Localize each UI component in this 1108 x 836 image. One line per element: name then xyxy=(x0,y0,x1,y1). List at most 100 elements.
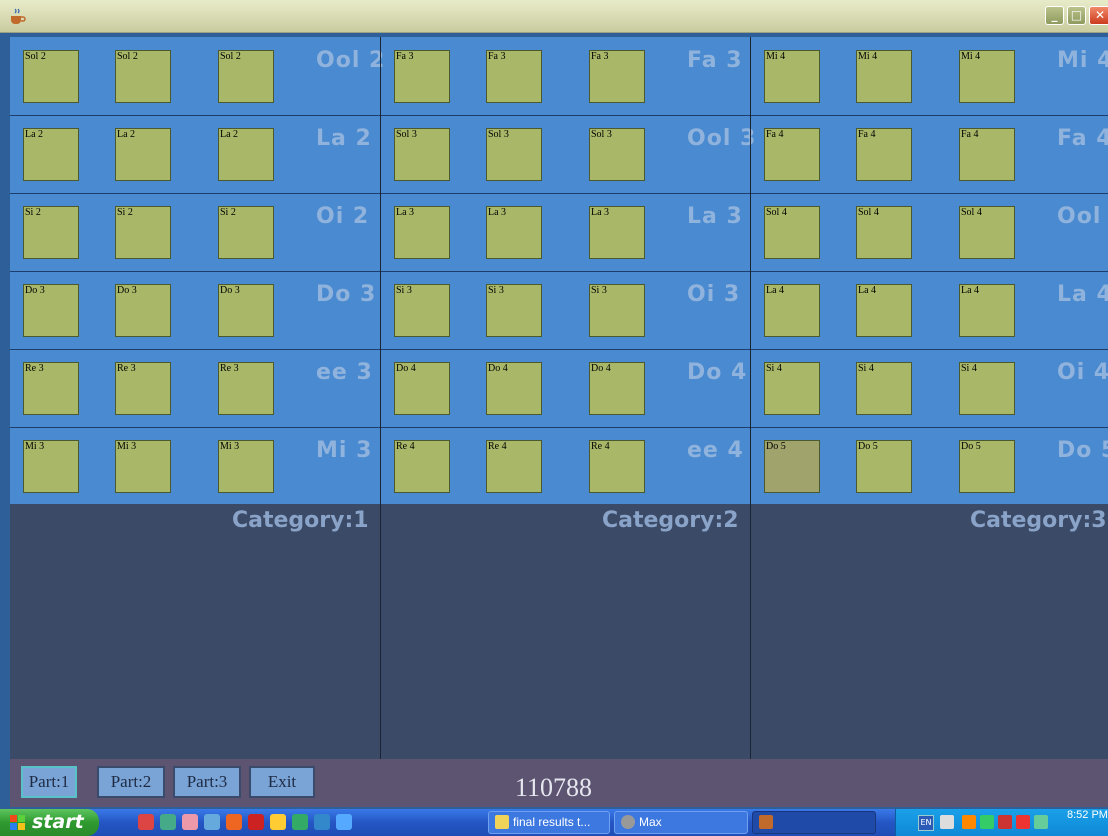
tray-app-icon[interactable] xyxy=(1016,815,1030,829)
note-label: Re 4 xyxy=(591,441,610,452)
note-box[interactable]: Fa 4 xyxy=(856,128,912,181)
note-box[interactable]: Fa 4 xyxy=(764,128,820,181)
close-button[interactable]: ✕ xyxy=(1089,6,1108,25)
start-label: start xyxy=(32,811,84,833)
note-label: Si 2 xyxy=(25,207,41,218)
note-box[interactable]: Fa 3 xyxy=(394,50,450,103)
quicklaunch-app-icon[interactable] xyxy=(270,814,286,830)
note-label: La 4 xyxy=(858,285,877,296)
taskbar-item-java-app[interactable] xyxy=(752,811,876,834)
note-box[interactable]: Sol 2 xyxy=(218,50,274,103)
note-label: Do 4 xyxy=(396,363,416,374)
tray-app-icon[interactable] xyxy=(980,815,994,829)
note-box[interactable]: Do 4 xyxy=(394,362,450,415)
note-label: Do 5 xyxy=(858,441,878,452)
note-watermark-label: Mi 3 xyxy=(316,438,373,463)
exit-button[interactable]: Exit xyxy=(249,766,315,798)
note-box[interactable]: La 4 xyxy=(764,284,820,337)
note-box[interactable]: Sol 3 xyxy=(589,128,645,181)
note-box[interactable]: Re 3 xyxy=(218,362,274,415)
note-box[interactable]: La 3 xyxy=(486,206,542,259)
tray-app-icon[interactable] xyxy=(1034,815,1048,829)
note-box[interactable]: Re 3 xyxy=(115,362,171,415)
part-2-button[interactable]: Part:2 xyxy=(97,766,165,798)
note-box[interactable]: Fa 3 xyxy=(589,50,645,103)
note-box[interactable]: Sol 4 xyxy=(764,206,820,259)
note-box[interactable]: La 4 xyxy=(856,284,912,337)
row-divider xyxy=(10,427,1108,428)
note-box[interactable]: Mi 3 xyxy=(23,440,79,493)
note-box[interactable]: Do 5 xyxy=(764,440,820,493)
part-1-button[interactable]: Part:1 xyxy=(21,766,77,798)
part-3-button[interactable]: Part:3 xyxy=(173,766,241,798)
note-box[interactable]: Do 4 xyxy=(589,362,645,415)
note-box[interactable]: Si 2 xyxy=(218,206,274,259)
note-box[interactable]: Si 3 xyxy=(486,284,542,337)
note-box[interactable]: La 2 xyxy=(218,128,274,181)
quicklaunch-media-icon[interactable] xyxy=(292,814,308,830)
note-box[interactable]: Mi 4 xyxy=(959,50,1015,103)
note-watermark-label: Fa 4 xyxy=(1057,126,1108,151)
tray-app-icon[interactable] xyxy=(998,815,1012,829)
quicklaunch-app-icon[interactable] xyxy=(160,814,176,830)
note-watermark-label: Oi 3 xyxy=(687,282,741,307)
note-box[interactable]: Si 3 xyxy=(394,284,450,337)
note-label: Sol 2 xyxy=(220,51,241,62)
category-panel xyxy=(10,504,1108,759)
note-box[interactable]: La 2 xyxy=(115,128,171,181)
quicklaunch-ie-icon[interactable] xyxy=(336,814,352,830)
quicklaunch-app-icon[interactable] xyxy=(314,814,330,830)
note-box[interactable]: Si 4 xyxy=(959,362,1015,415)
note-box[interactable]: Sol 4 xyxy=(959,206,1015,259)
quicklaunch-app-icon[interactable] xyxy=(182,814,198,830)
note-box[interactable]: Re 4 xyxy=(486,440,542,493)
note-box[interactable]: Si 4 xyxy=(764,362,820,415)
quicklaunch-opera-icon[interactable] xyxy=(138,814,154,830)
note-label: Sol 2 xyxy=(25,51,46,62)
note-box[interactable]: Re 4 xyxy=(394,440,450,493)
note-box[interactable]: Sol 2 xyxy=(23,50,79,103)
start-button[interactable]: start xyxy=(0,809,99,836)
note-box[interactable]: La 4 xyxy=(959,284,1015,337)
note-box[interactable]: Mi 3 xyxy=(218,440,274,493)
taskbar-item-max[interactable]: Max xyxy=(614,811,748,834)
note-label: Si 3 xyxy=(396,285,412,296)
note-box[interactable]: Do 5 xyxy=(856,440,912,493)
note-box[interactable]: Do 3 xyxy=(23,284,79,337)
note-box[interactable]: Do 5 xyxy=(959,440,1015,493)
taskbar-item-label: Max xyxy=(639,815,662,829)
note-box[interactable]: Mi 3 xyxy=(115,440,171,493)
note-box[interactable]: Fa 4 xyxy=(959,128,1015,181)
minimize-button[interactable]: _ xyxy=(1045,6,1064,25)
tray-app-icon[interactable] xyxy=(962,815,976,829)
note-box[interactable]: La 3 xyxy=(589,206,645,259)
quicklaunch-app-icon[interactable] xyxy=(248,814,264,830)
quicklaunch-app-icon[interactable] xyxy=(226,814,242,830)
note-box[interactable]: La 3 xyxy=(394,206,450,259)
note-box[interactable]: Sol 4 xyxy=(856,206,912,259)
note-box[interactable]: Re 3 xyxy=(23,362,79,415)
note-label: La 3 xyxy=(488,207,507,218)
note-box[interactable]: Mi 4 xyxy=(856,50,912,103)
note-box[interactable]: Re 4 xyxy=(589,440,645,493)
note-box[interactable]: Sol 2 xyxy=(115,50,171,103)
note-box[interactable]: Do 3 xyxy=(218,284,274,337)
note-box[interactable]: Fa 3 xyxy=(486,50,542,103)
note-box[interactable]: Do 4 xyxy=(486,362,542,415)
note-box[interactable]: Mi 4 xyxy=(764,50,820,103)
note-box[interactable]: Si 2 xyxy=(23,206,79,259)
taskbar-item-final-results[interactable]: final results t... xyxy=(488,811,610,834)
note-box[interactable]: Sol 3 xyxy=(486,128,542,181)
maximize-button[interactable]: □ xyxy=(1067,6,1086,25)
quicklaunch-desktop-icon[interactable] xyxy=(204,814,220,830)
note-label: Fa 4 xyxy=(961,129,979,140)
note-box[interactable]: La 2 xyxy=(23,128,79,181)
note-box[interactable]: Si 4 xyxy=(856,362,912,415)
note-box[interactable]: Si 3 xyxy=(589,284,645,337)
note-watermark-label: Ool 3 xyxy=(687,126,757,151)
note-box[interactable]: Si 2 xyxy=(115,206,171,259)
printer-icon[interactable] xyxy=(940,815,954,829)
language-indicator[interactable]: EN xyxy=(918,815,934,831)
note-box[interactable]: Do 3 xyxy=(115,284,171,337)
note-box[interactable]: Sol 3 xyxy=(394,128,450,181)
